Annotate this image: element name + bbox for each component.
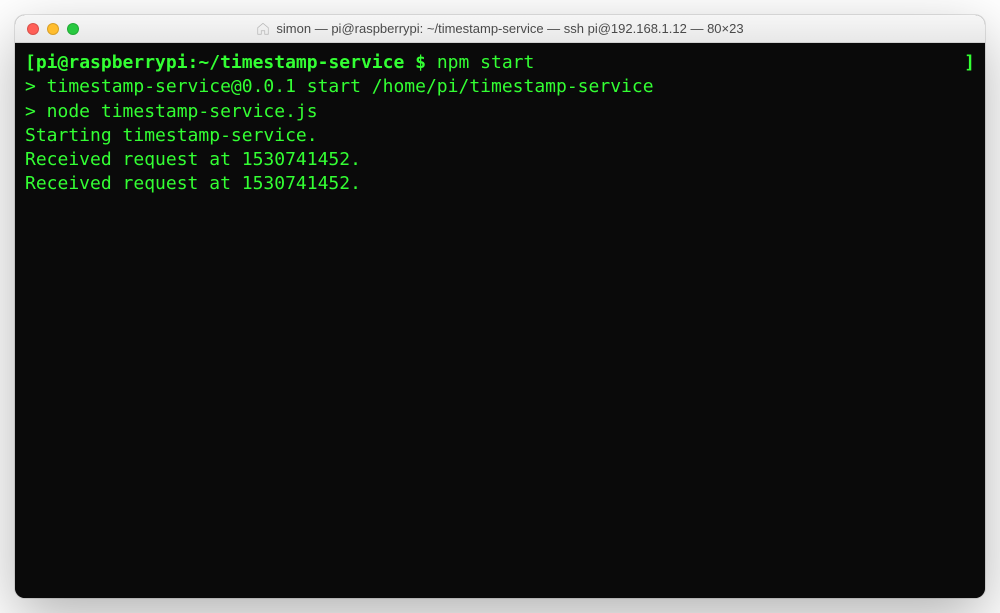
window-title-text: simon — pi@raspberrypi: ~/timestamp-serv…	[276, 21, 743, 36]
terminal-body[interactable]: [pi@raspberrypi:~/timestamp-service $ np…	[15, 43, 985, 598]
titlebar[interactable]: simon — pi@raspberrypi: ~/timestamp-serv…	[15, 15, 985, 43]
minimize-button[interactable]	[47, 23, 59, 35]
prompt-user-host-path: pi@raspberrypi:~/timestamp-service $	[36, 52, 426, 73]
output-line: Starting timestamp-service.	[25, 124, 975, 148]
traffic-lights	[15, 23, 79, 35]
prompt-open-bracket: [	[25, 52, 36, 73]
prompt-line: [pi@raspberrypi:~/timestamp-service $ np…	[25, 51, 975, 75]
window-title: simon — pi@raspberrypi: ~/timestamp-serv…	[15, 21, 985, 36]
output-line: Received request at 1530741452.	[25, 172, 975, 196]
maximize-button[interactable]	[67, 23, 79, 35]
home-icon	[256, 22, 270, 36]
close-button[interactable]	[27, 23, 39, 35]
prompt-close-bracket: ]	[964, 51, 975, 75]
output-line: > timestamp-service@0.0.1 start /home/pi…	[25, 75, 975, 99]
command-input[interactable]: npm start	[426, 52, 534, 73]
terminal-window: simon — pi@raspberrypi: ~/timestamp-serv…	[15, 15, 985, 598]
output-line: > node timestamp-service.js	[25, 100, 975, 124]
output-line: Received request at 1530741452.	[25, 148, 975, 172]
